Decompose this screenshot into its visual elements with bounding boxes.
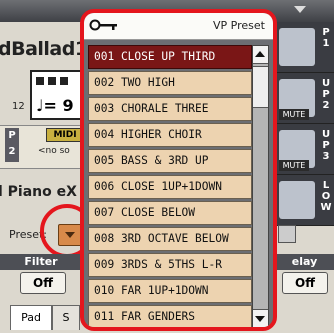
scroll-thumb[interactable]: [253, 66, 268, 108]
filter-header: Filter: [0, 254, 82, 270]
track-label: LOW: [320, 180, 332, 213]
app-screen: dBallad1 ♩= 9 12 P2 MIDI <no so l Piano …: [0, 0, 334, 333]
preset-item[interactable]: 011 FAR GENDERS: [88, 305, 252, 327]
key-icon: [89, 19, 117, 31]
preset-item[interactable]: 008 3RD OCTAVE BELOW: [88, 227, 252, 251]
vp-preset-popup: VP Preset 001 CLOSE UP THIRD 002 TWO HIG…: [80, 9, 277, 331]
beat-indicator: [60, 77, 68, 85]
tempo-display: ♩= 9: [30, 70, 86, 120]
sound-name: l Piano eX: [0, 184, 77, 200]
preset-item[interactable]: 003 CHORALE THREE: [88, 97, 252, 121]
preset-item[interactable]: 004 HIGHER CHOIR: [88, 123, 252, 147]
track-label: UP3: [321, 129, 331, 162]
preset-item[interactable]: 010 FAR 1UP+1DOWN: [88, 279, 252, 303]
small-toggle[interactable]: [278, 225, 296, 243]
track-up1[interactable]: P1: [275, 22, 334, 73]
track-label: P1: [322, 27, 330, 49]
arrow-down-icon: [255, 316, 265, 322]
preset-scrollbar[interactable]: [252, 45, 269, 327]
mute-tag: MUTE: [279, 109, 309, 120]
tab-pad[interactable]: Pad: [10, 305, 52, 330]
tab-s[interactable]: S: [52, 305, 80, 330]
no-song-text: <no so: [38, 146, 70, 156]
dropdown-arrow-icon[interactable]: [294, 6, 306, 13]
popup-title: VP Preset: [213, 19, 265, 32]
scroll-down-button[interactable]: [253, 309, 268, 327]
preset-item[interactable]: 009 3RDS & 5THS L-R: [88, 253, 252, 277]
delay-header: elay: [275, 254, 334, 270]
measure-number: 12: [12, 101, 25, 112]
track-low[interactable]: LOW: [275, 175, 334, 226]
preset-item[interactable]: 005 BASS & 3RD UP: [88, 149, 252, 173]
preset-item[interactable]: 006 CLOSE 1UP+1DOWN: [88, 175, 252, 199]
track-up3[interactable]: MUTE UP3: [275, 124, 334, 175]
player-label: P2: [5, 128, 19, 162]
filter-off-button[interactable]: Off: [20, 272, 66, 294]
beat-indicator: [36, 77, 44, 85]
grand-piano-icon: [279, 28, 315, 66]
preset-item[interactable]: 002 TWO HIGH: [88, 71, 252, 95]
arrow-up-icon: [255, 51, 265, 57]
song-title: dBallad1: [0, 38, 88, 60]
preset-item[interactable]: 001 CLOSE UP THIRD: [88, 45, 252, 69]
track-label: UP2: [321, 78, 331, 111]
scroll-up-button[interactable]: [253, 46, 268, 64]
mute-tag: MUTE: [279, 160, 309, 171]
cello-icon: [279, 181, 315, 219]
track-up2[interactable]: MUTE UP2: [275, 73, 334, 124]
beat-indicator: [48, 77, 56, 85]
preset-item[interactable]: 007 CLOSE BELOW: [88, 201, 252, 225]
midi-badge: MIDI: [46, 128, 84, 142]
popup-header: VP Preset: [84, 13, 273, 40]
delay-off-button[interactable]: Off: [282, 272, 328, 294]
tempo-value: ♩= 9: [36, 96, 74, 115]
preset-list: 001 CLOSE UP THIRD 002 TWO HIGH 003 CHOR…: [88, 45, 252, 327]
